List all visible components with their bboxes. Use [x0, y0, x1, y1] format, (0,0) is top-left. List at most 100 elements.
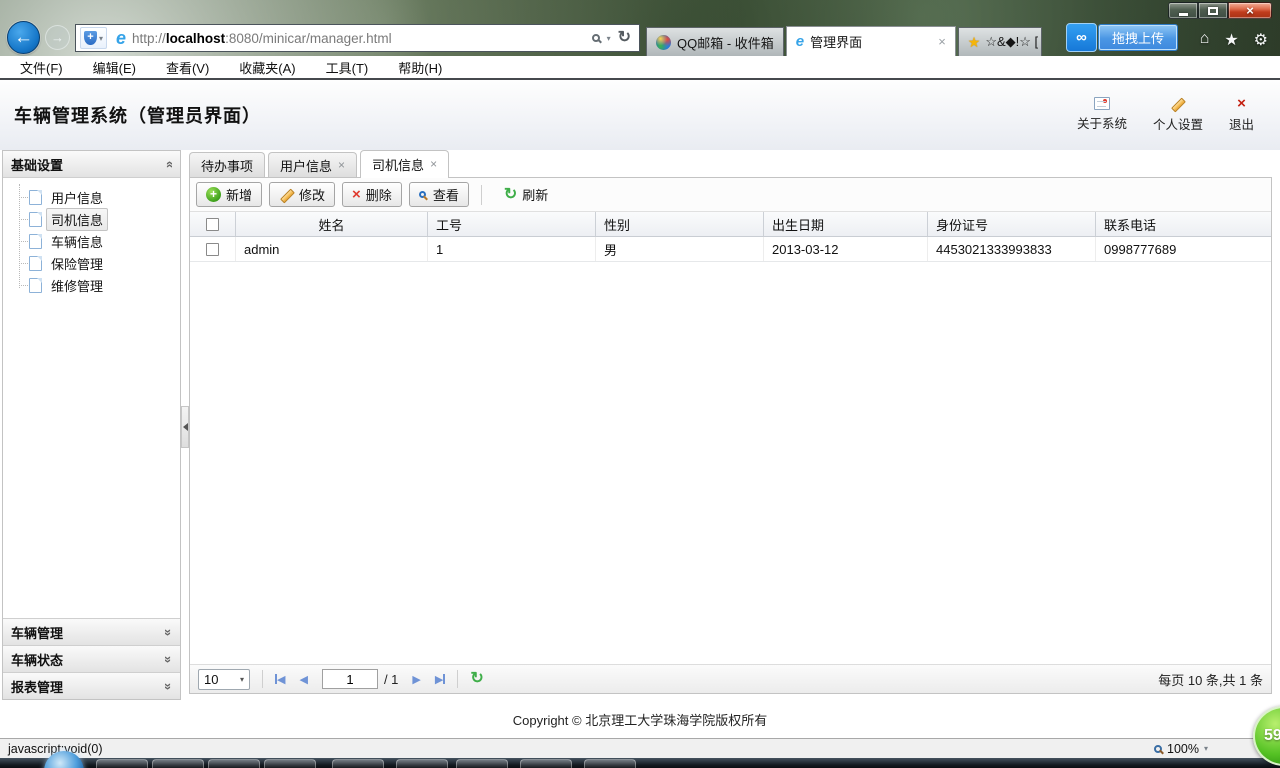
- forward-button[interactable]: →: [45, 25, 70, 50]
- delete-button[interactable]: × 删除: [342, 182, 402, 207]
- column-header-employee-id[interactable]: 工号: [428, 212, 596, 236]
- star-icon[interactable]: ★: [1224, 30, 1238, 50]
- expand-chevrons-icon[interactable]: »: [161, 682, 176, 689]
- tab-close-icon[interactable]: ×: [338, 158, 345, 172]
- chevron-down-icon[interactable]: ▾: [607, 34, 611, 43]
- about-system-button[interactable]: 关于系统: [1077, 97, 1127, 133]
- browser-tab-other[interactable]: ★ ☆&◆!☆ [: [957, 27, 1042, 56]
- menu-edit[interactable]: 编辑(E): [93, 58, 136, 77]
- zoom-level: 100%: [1167, 741, 1199, 756]
- browser-tab-qqmail[interactable]: QQ邮箱 - 收件箱: [646, 27, 784, 56]
- prev-page-button[interactable]: ◀: [299, 673, 307, 686]
- column-header-gender[interactable]: 性别: [596, 212, 764, 236]
- sidebar-panel-reports[interactable]: 报表管理 »: [3, 672, 180, 699]
- expand-chevrons-icon[interactable]: »: [161, 655, 176, 662]
- back-button[interactable]: ←: [7, 21, 40, 54]
- sidebar-item-driver-info[interactable]: 司机信息: [19, 207, 180, 231]
- menu-help[interactable]: 帮助(H): [398, 58, 442, 77]
- table-row[interactable]: admin 1 男 2013-03-12 4453021333993833 09…: [190, 237, 1271, 262]
- menu-tools[interactable]: 工具(T): [326, 58, 369, 77]
- main-area: 待办事项 用户信息 × 司机信息 × + 新增 修改 × 删除 查看 ↻ 刷新 …: [189, 150, 1272, 700]
- personal-settings-button[interactable]: 个人设置: [1153, 97, 1203, 133]
- taskbar-button[interactable]: [208, 759, 260, 768]
- view-button[interactable]: 查看: [408, 182, 469, 207]
- menu-view[interactable]: 查看(V): [166, 58, 209, 77]
- browser-statusbar: javascript:void(0) 100% ▾: [0, 738, 1280, 758]
- page-footer: Copyright © 北京理工大学珠海学院版权所有: [0, 700, 1280, 738]
- sidebar-item-maintenance[interactable]: 维修管理: [19, 274, 180, 296]
- forward-icon: →: [51, 30, 64, 45]
- column-header-birthdate[interactable]: 出生日期: [764, 212, 928, 236]
- sidebar-panel-vehicle-mgmt[interactable]: 车辆管理 »: [3, 618, 180, 645]
- taskbar-button[interactable]: [264, 759, 316, 768]
- chevron-down-icon: ▾: [99, 33, 104, 43]
- tab-close-icon[interactable]: ×: [430, 157, 437, 171]
- reload-icon: ↻: [503, 185, 518, 203]
- doc-icon: [29, 255, 42, 271]
- refresh-button[interactable]: ↻ 刷新: [494, 182, 558, 207]
- first-page-button[interactable]: ◀: [275, 673, 285, 686]
- taskbar-button[interactable]: [152, 759, 204, 768]
- ie-logo-icon: e: [116, 28, 127, 48]
- sidebar-panel-basic-settings[interactable]: 基础设置 »: [3, 151, 180, 178]
- taskbar-button[interactable]: [520, 759, 572, 768]
- next-page-button[interactable]: ▶: [412, 673, 420, 686]
- collapse-chevrons-icon[interactable]: »: [161, 160, 176, 167]
- taskbar-button[interactable]: [396, 759, 448, 768]
- shield-addon-button[interactable]: + ▾: [80, 27, 108, 49]
- column-header-phone[interactable]: 联系电话: [1096, 212, 1271, 236]
- pagination-bar: 10 ▾ ◀ ◀ / 1 ▶ ▶ ↻ 每页 10 条,共 1 条: [190, 664, 1271, 693]
- exit-icon: ×: [1237, 95, 1246, 112]
- page-number-input[interactable]: [321, 669, 378, 689]
- minimize-button[interactable]: [1168, 2, 1198, 19]
- menu-file[interactable]: 文件(F): [20, 58, 63, 77]
- pager-refresh-icon[interactable]: ↻: [470, 671, 483, 687]
- last-page-button[interactable]: ▶: [435, 673, 446, 686]
- tab-driver-info[interactable]: 司机信息 ×: [360, 150, 450, 178]
- taskbar-button[interactable]: [96, 759, 148, 768]
- copyright-text: Copyright © 北京理工大学珠海学院版权所有: [512, 712, 768, 728]
- browser-titlebar: × ← → + ▾ e http://localhost:8080/minica…: [0, 0, 1280, 56]
- search-icon[interactable]: [591, 34, 600, 42]
- maximize-button[interactable]: [1198, 2, 1228, 19]
- tab-close-icon[interactable]: ×: [938, 34, 946, 49]
- expand-chevrons-icon[interactable]: »: [161, 628, 176, 635]
- edit-button[interactable]: 修改: [269, 182, 336, 207]
- tab-user-info[interactable]: 用户信息 ×: [268, 152, 358, 177]
- datagrid-header-row: 姓名 工号 性别 出生日期 身份证号 联系电话: [190, 212, 1271, 237]
- gear-icon[interactable]: ⚙: [1254, 30, 1268, 50]
- url-text[interactable]: http://localhost:8080/minicar/manager.ht…: [132, 31, 392, 46]
- sidebar-collapse-handle[interactable]: [181, 406, 189, 448]
- pagination-summary: 每页 10 条,共 1 条: [1158, 672, 1263, 688]
- content-area: 基础设置 » 用户信息 司机信息 车辆信息 保险管理 维修管理 车辆管理 » 车…: [0, 150, 1280, 700]
- total-pages-label: / 1: [383, 671, 399, 687]
- address-bar[interactable]: + ▾ e http://localhost:8080/minicar/mana…: [75, 24, 640, 52]
- home-icon[interactable]: ⌂: [1200, 30, 1210, 50]
- datagrid-toolbar: + 新增 修改 × 删除 查看 ↻ 刷新: [190, 178, 1271, 212]
- doc-icon: [29, 233, 42, 249]
- sidebar-panel-vehicle-status[interactable]: 车辆状态 »: [3, 645, 180, 672]
- add-button[interactable]: + 新增: [196, 182, 263, 207]
- sidebar-item-vehicle-info[interactable]: 车辆信息: [19, 230, 180, 252]
- netdisk-overlay: ∞ 拖拽上传: [1066, 23, 1178, 52]
- logout-button[interactable]: × 退出: [1229, 95, 1254, 133]
- select-all-checkbox[interactable]: [206, 217, 219, 231]
- column-header-name[interactable]: 姓名: [236, 212, 428, 236]
- taskbar-button[interactable]: [584, 759, 636, 768]
- column-header-idcard[interactable]: 身份证号: [928, 212, 1096, 236]
- taskbar-button[interactable]: [456, 759, 508, 768]
- close-button[interactable]: ×: [1228, 2, 1272, 19]
- tab-todo[interactable]: 待办事项: [189, 152, 266, 177]
- taskbar-button[interactable]: [332, 759, 384, 768]
- doc-icon: [29, 211, 42, 227]
- page-size-select[interactable]: 10 ▾: [198, 668, 250, 690]
- netdisk-upload-button[interactable]: 拖拽上传: [1099, 25, 1178, 50]
- netdisk-icon[interactable]: ∞: [1066, 23, 1097, 52]
- refresh-icon[interactable]: ↻: [618, 30, 631, 46]
- menu-favorites[interactable]: 收藏夹(A): [239, 58, 295, 77]
- row-checkbox[interactable]: [206, 242, 219, 256]
- sidebar-item-user-info[interactable]: 用户信息: [19, 186, 180, 208]
- browser-tab-manager[interactable]: e 管理界面 ×: [785, 26, 956, 56]
- doc-icon: [29, 189, 42, 205]
- sidebar-item-insurance[interactable]: 保险管理: [19, 252, 180, 274]
